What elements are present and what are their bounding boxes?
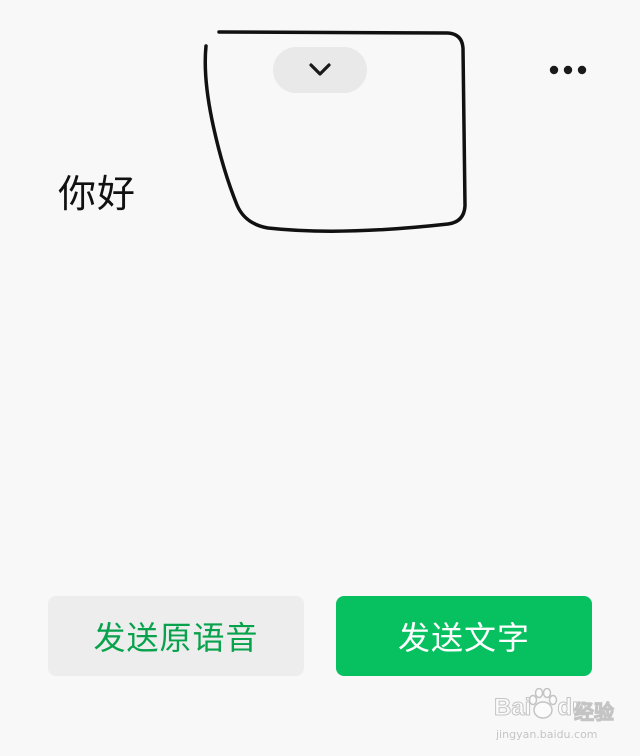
chevron-down-icon	[309, 63, 331, 76]
voice-to-text-panel: 你好 发送原语音 发送文字 Bai du 经验 jingyan.baidu.com	[0, 0, 640, 756]
paw-icon	[528, 688, 558, 719]
more-options-button[interactable]	[538, 52, 598, 88]
watermark-url: jingyan.baidu.com	[496, 728, 598, 741]
recognized-text[interactable]: 你好	[58, 168, 136, 220]
baidu-jingyan-watermark: Bai du 经验 jingyan.baidu.com	[493, 688, 634, 748]
watermark-product: 经验	[574, 700, 615, 725]
collapse-button[interactable]	[273, 47, 367, 93]
more-horizontal-icon	[549, 65, 587, 75]
send-text-button[interactable]: 发送文字	[336, 596, 592, 676]
send-original-voice-button[interactable]: 发送原语音	[48, 596, 304, 676]
